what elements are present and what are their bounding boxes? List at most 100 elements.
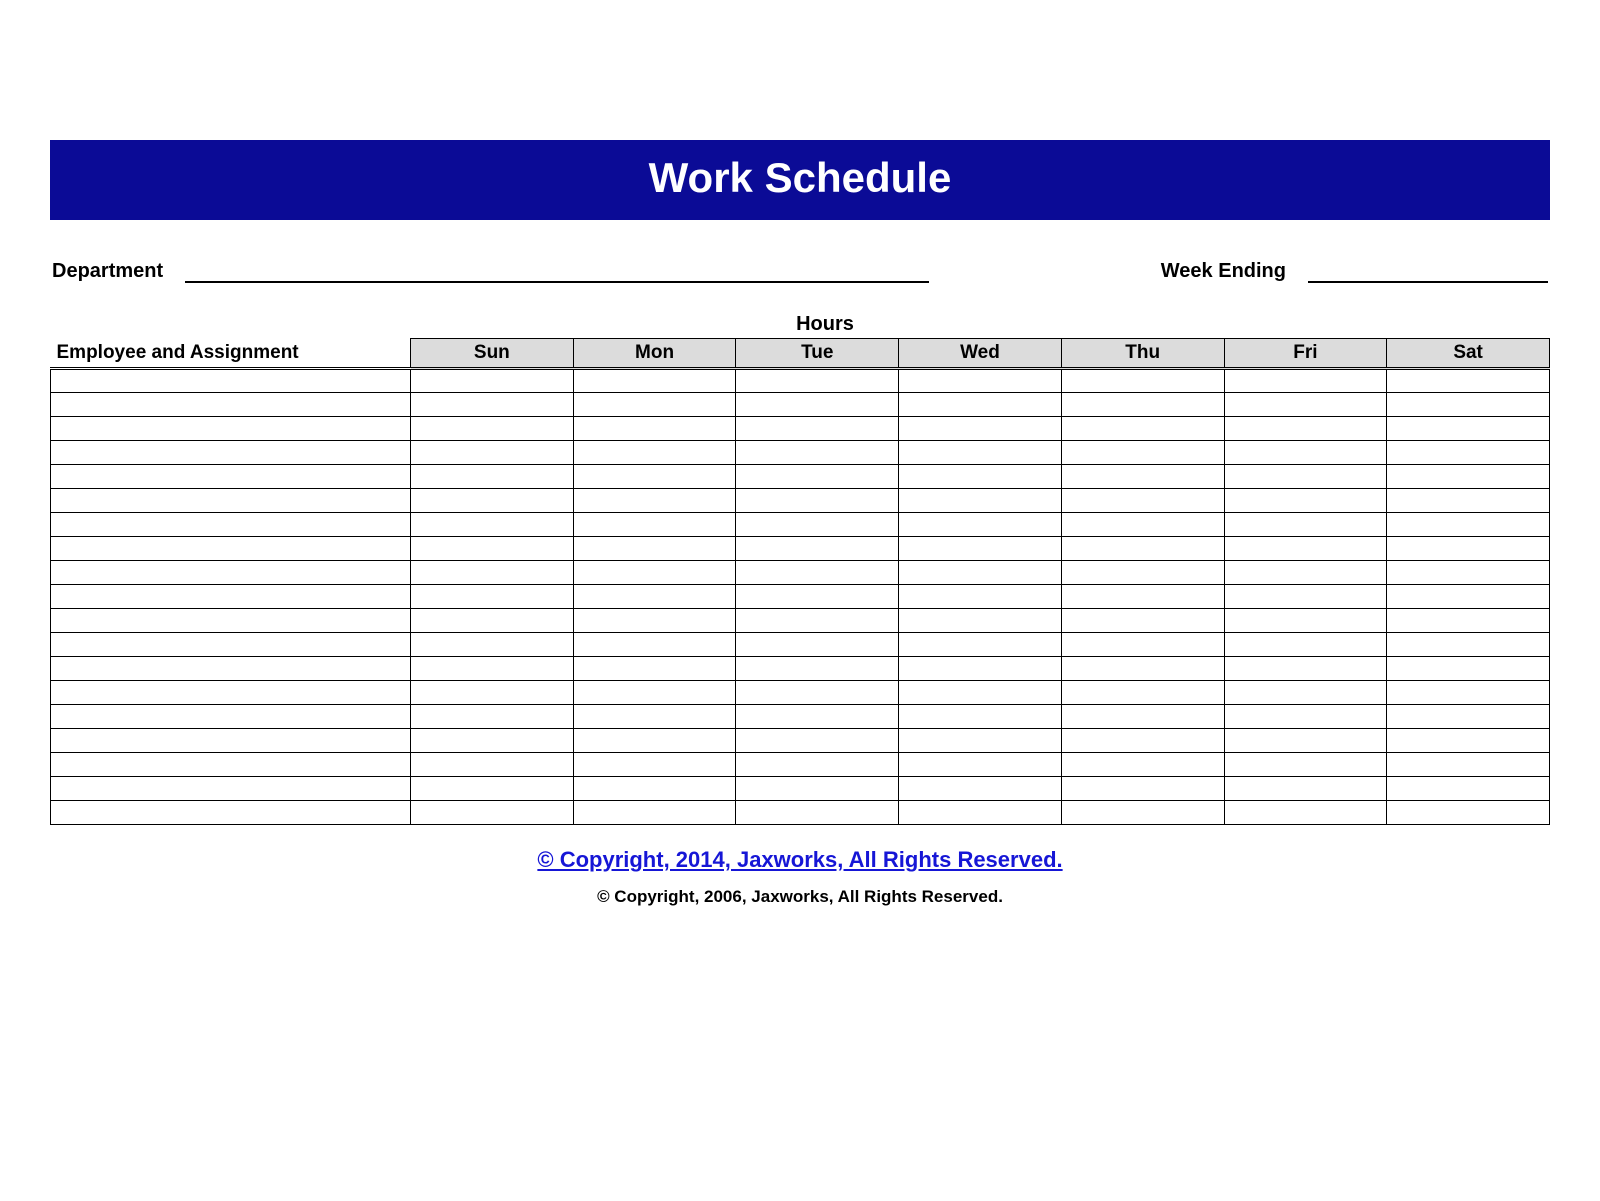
hours-cell[interactable] [1224,633,1387,657]
hours-cell[interactable] [1387,513,1550,537]
hours-cell[interactable] [736,465,899,489]
hours-cell[interactable] [573,513,736,537]
employee-cell[interactable] [51,489,411,513]
hours-cell[interactable] [1061,777,1224,801]
hours-cell[interactable] [736,369,899,393]
hours-cell[interactable] [899,465,1062,489]
hours-cell[interactable] [1387,369,1550,393]
employee-cell[interactable] [51,561,411,585]
hours-cell[interactable] [1224,681,1387,705]
hours-cell[interactable] [899,753,1062,777]
hours-cell[interactable] [1061,753,1224,777]
hours-cell[interactable] [573,489,736,513]
hours-cell[interactable] [899,417,1062,441]
hours-cell[interactable] [736,393,899,417]
hours-cell[interactable] [411,729,574,753]
hours-cell[interactable] [1224,609,1387,633]
hours-cell[interactable] [736,681,899,705]
hours-cell[interactable] [1387,441,1550,465]
hours-cell[interactable] [411,633,574,657]
hours-cell[interactable] [411,801,574,825]
hours-cell[interactable] [411,585,574,609]
employee-cell[interactable] [51,513,411,537]
hours-cell[interactable] [1387,465,1550,489]
hours-cell[interactable] [1224,513,1387,537]
hours-cell[interactable] [736,633,899,657]
hours-cell[interactable] [1387,585,1550,609]
hours-cell[interactable] [1224,393,1387,417]
hours-cell[interactable] [573,753,736,777]
hours-cell[interactable] [736,537,899,561]
hours-cell[interactable] [411,609,574,633]
hours-cell[interactable] [1061,465,1224,489]
hours-cell[interactable] [573,393,736,417]
hours-cell[interactable] [1061,393,1224,417]
hours-cell[interactable] [573,657,736,681]
hours-cell[interactable] [1061,441,1224,465]
hours-cell[interactable] [1224,537,1387,561]
hours-cell[interactable] [1224,465,1387,489]
hours-cell[interactable] [1387,393,1550,417]
hours-cell[interactable] [899,801,1062,825]
hours-cell[interactable] [899,561,1062,585]
hours-cell[interactable] [1061,729,1224,753]
hours-cell[interactable] [573,441,736,465]
hours-cell[interactable] [411,513,574,537]
hours-cell[interactable] [1224,441,1387,465]
hours-cell[interactable] [1387,681,1550,705]
hours-cell[interactable] [1224,705,1387,729]
hours-cell[interactable] [411,777,574,801]
hours-cell[interactable] [1061,705,1224,729]
hours-cell[interactable] [573,777,736,801]
hours-cell[interactable] [1387,561,1550,585]
hours-cell[interactable] [573,705,736,729]
hours-cell[interactable] [573,417,736,441]
hours-cell[interactable] [573,801,736,825]
week-ending-input-line[interactable] [1308,261,1548,283]
employee-cell[interactable] [51,705,411,729]
hours-cell[interactable] [1224,801,1387,825]
hours-cell[interactable] [1387,489,1550,513]
hours-cell[interactable] [899,585,1062,609]
hours-cell[interactable] [899,681,1062,705]
hours-cell[interactable] [736,657,899,681]
hours-cell[interactable] [411,465,574,489]
hours-cell[interactable] [411,705,574,729]
hours-cell[interactable] [899,705,1062,729]
hours-cell[interactable] [1224,657,1387,681]
hours-cell[interactable] [573,561,736,585]
hours-cell[interactable] [1387,705,1550,729]
hours-cell[interactable] [1061,513,1224,537]
hours-cell[interactable] [1224,585,1387,609]
hours-cell[interactable] [1387,753,1550,777]
hours-cell[interactable] [1387,777,1550,801]
hours-cell[interactable] [1224,369,1387,393]
employee-cell[interactable] [51,417,411,441]
hours-cell[interactable] [1061,633,1224,657]
hours-cell[interactable] [1387,633,1550,657]
employee-cell[interactable] [51,537,411,561]
hours-cell[interactable] [899,633,1062,657]
employee-cell[interactable] [51,657,411,681]
hours-cell[interactable] [736,729,899,753]
hours-cell[interactable] [1061,657,1224,681]
employee-cell[interactable] [51,465,411,489]
department-input-line[interactable] [185,261,929,283]
hours-cell[interactable] [1061,609,1224,633]
hours-cell[interactable] [899,513,1062,537]
employee-cell[interactable] [51,393,411,417]
employee-cell[interactable] [51,441,411,465]
hours-cell[interactable] [1224,561,1387,585]
hours-cell[interactable] [899,369,1062,393]
hours-cell[interactable] [736,585,899,609]
hours-cell[interactable] [573,609,736,633]
hours-cell[interactable] [411,561,574,585]
hours-cell[interactable] [899,729,1062,753]
hours-cell[interactable] [573,585,736,609]
hours-cell[interactable] [736,513,899,537]
hours-cell[interactable] [411,489,574,513]
hours-cell[interactable] [736,561,899,585]
hours-cell[interactable] [573,465,736,489]
hours-cell[interactable] [411,537,574,561]
hours-cell[interactable] [1061,585,1224,609]
